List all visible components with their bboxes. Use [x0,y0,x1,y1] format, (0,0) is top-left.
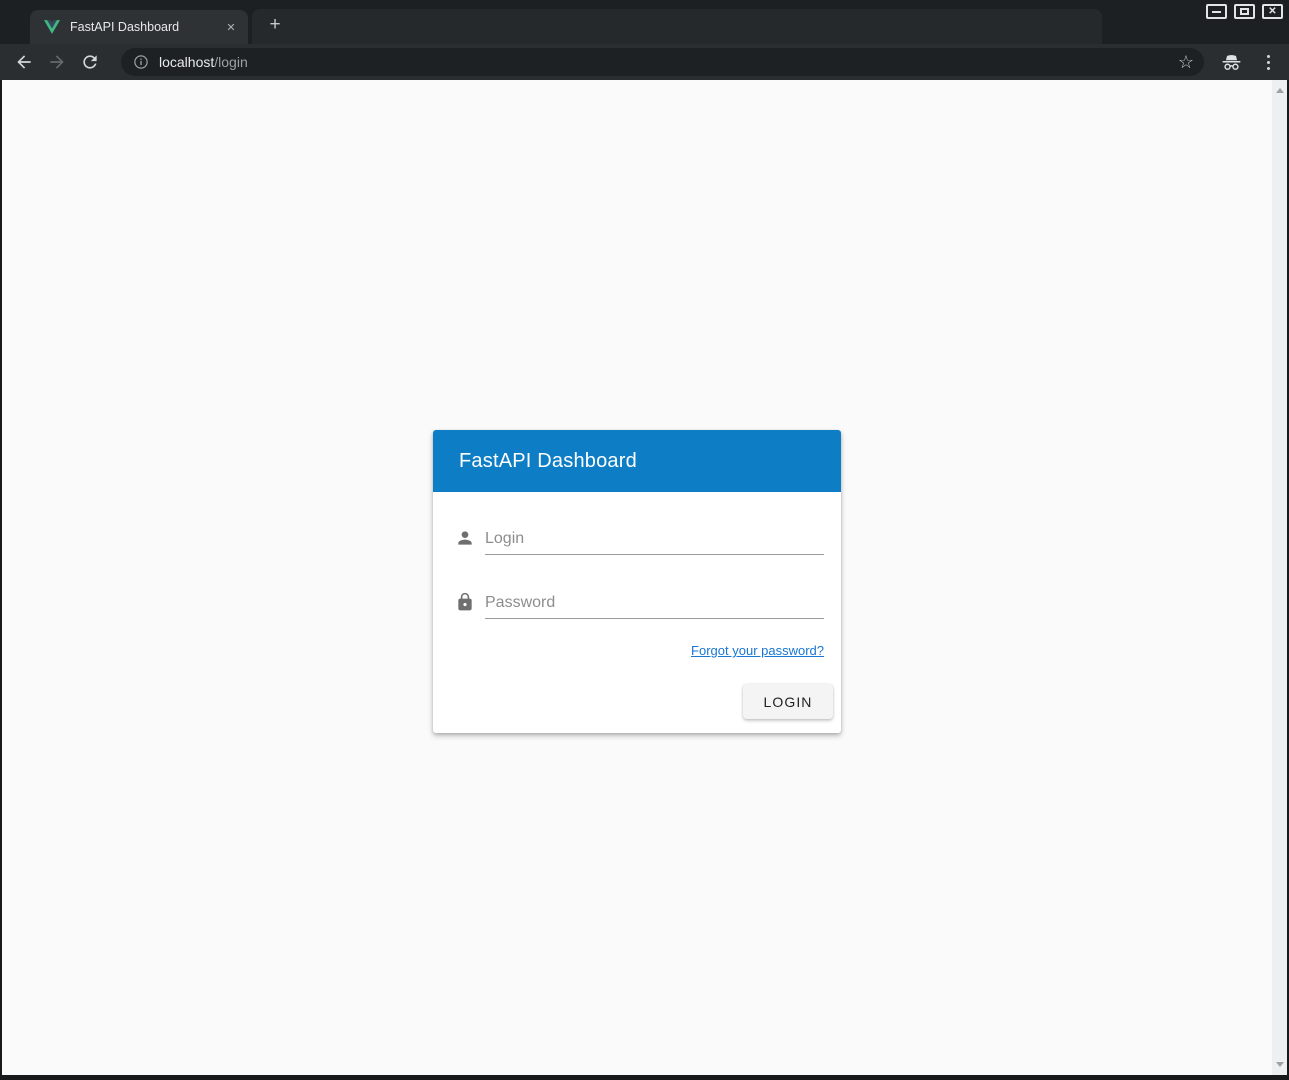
incognito-icon [1220,51,1243,74]
tab-strip: FastAPI Dashboard ✕ + ✕ [0,0,1289,44]
site-info-icon[interactable] [133,54,149,70]
login-button[interactable]: LOGIN [743,684,833,719]
tab-title: FastAPI Dashboard [70,20,222,34]
scroll-up-icon[interactable] [1276,88,1284,93]
tab-close-icon[interactable]: ✕ [222,18,240,36]
page-content: FastAPI Dashboard Forgot your password? … [2,80,1287,1075]
login-card-title: FastAPI Dashboard [459,450,637,473]
url-text: localhost/login [159,54,248,70]
back-button[interactable] [14,52,34,72]
login-field-row [455,528,824,555]
scroll-down-icon[interactable] [1276,1062,1284,1067]
window-controls: ✕ [1206,4,1283,19]
minimize-icon [1212,11,1221,13]
window-maximize-button[interactable] [1234,4,1255,19]
url-path: /login [214,54,247,70]
login-input-underline [485,530,824,555]
maximize-icon [1240,8,1249,15]
url-host: localhost [159,54,214,70]
window-close-button[interactable]: ✕ [1262,4,1283,19]
card-actions: LOGIN [433,684,833,719]
forgot-password-row: Forgot your password? [433,642,824,660]
login-card-header: FastAPI Dashboard [433,430,841,492]
vue-favicon-icon [44,20,60,34]
browser-menu-button[interactable] [1259,52,1277,72]
password-input-underline [485,594,824,619]
window-minimize-button[interactable] [1206,4,1227,19]
forward-button[interactable] [47,52,67,72]
lock-icon [455,592,475,612]
address-bar[interactable]: localhost/login ☆ [121,48,1204,76]
page-scrollbar[interactable] [1272,80,1287,1075]
password-field-row [455,592,824,619]
reload-button[interactable] [80,52,100,72]
person-icon [455,528,475,548]
forgot-password-link[interactable]: Forgot your password? [691,643,824,658]
login-card: FastAPI Dashboard Forgot your password? … [433,430,841,733]
bookmark-star-icon[interactable]: ☆ [1178,53,1194,71]
browser-toolbar: localhost/login ☆ [0,44,1289,80]
tab-strip-surface [252,9,1102,44]
login-input[interactable] [485,530,824,548]
password-input[interactable] [485,594,824,612]
browser-tab-active[interactable]: FastAPI Dashboard ✕ [30,10,248,44]
new-tab-button[interactable]: + [262,12,288,38]
